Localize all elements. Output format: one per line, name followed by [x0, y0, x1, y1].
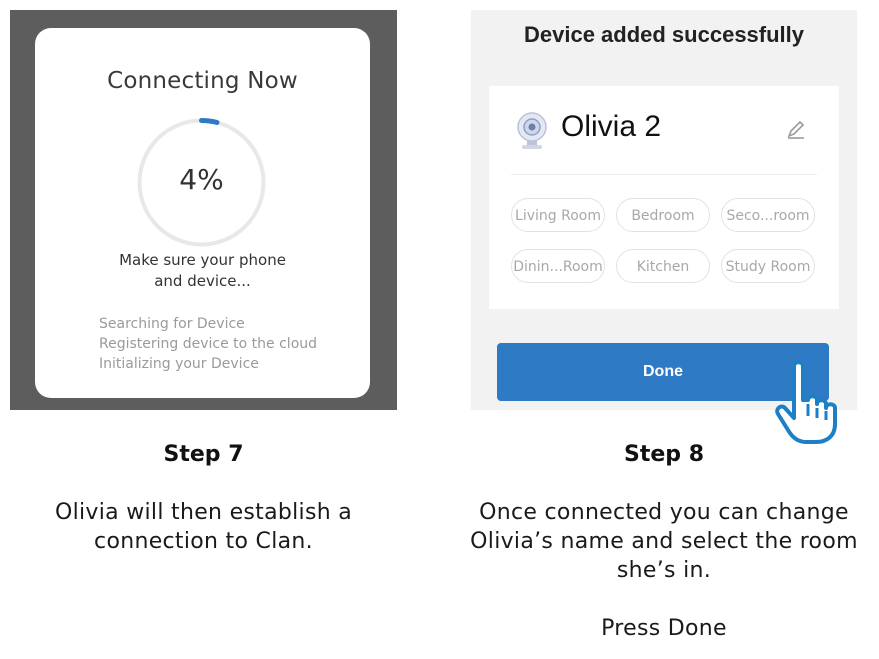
room-chip[interactable]: Living Room — [511, 198, 605, 232]
connecting-message-line2: and device... — [154, 272, 251, 290]
room-chip[interactable]: Seco...room — [721, 198, 815, 232]
step7-caption-line1: Olivia will then establish a — [54, 500, 353, 525]
device-added-title: Device added successfully — [523, 22, 805, 47]
room-chip[interactable]: Dinin...Room — [511, 249, 605, 283]
divider — [511, 174, 817, 175]
progress-percent: 4% — [179, 163, 224, 196]
room-chip[interactable]: Bedroom — [616, 198, 710, 232]
pencil-icon[interactable] — [785, 118, 807, 140]
status-item: Registering device to the cloud — [99, 336, 318, 352]
connection-status-list: Searching for Device Registering device … — [99, 314, 349, 374]
camera-icon — [517, 112, 547, 149]
progress-ring: 4% — [135, 116, 268, 249]
step8-caption: Once connected you can change Olivia’s n… — [449, 498, 879, 643]
step8-caption-line4: Press Done — [601, 616, 727, 641]
device-card: Olivia 2 Living Room Bedroom Seco...room… — [489, 86, 839, 309]
step7-caption-line2: connection to Clan. — [94, 529, 313, 554]
hand-pointer-icon — [775, 360, 837, 444]
step8-caption-line3: she’s in. — [616, 558, 712, 583]
device-name[interactable]: Olivia 2 — [561, 110, 661, 144]
step8-caption-line2: Olivia’s name and select the room — [470, 529, 858, 554]
step8-caption-line1: Once connected you can change — [479, 500, 849, 525]
step8-heading: Step 8 — [624, 442, 704, 467]
step7-screenshot: Connecting Now 4% Make sure your phone a… — [10, 10, 397, 410]
connecting-message-line1: Make sure your phone — [119, 251, 286, 269]
connecting-dialog: Connecting Now 4% Make sure your phone a… — [35, 28, 370, 398]
step8-screenshot: Device added successfully Olivia 2 Livin… — [471, 10, 857, 410]
room-chip[interactable]: Study Room — [721, 249, 815, 283]
room-chip[interactable]: Kitchen — [616, 249, 710, 283]
status-item: Searching for Device — [99, 316, 245, 332]
connecting-message: Make sure your phone and device... — [75, 250, 330, 292]
step7-caption: Olivia will then establish a connection … — [10, 498, 397, 556]
connecting-title: Connecting Now — [107, 68, 298, 94]
status-item: Initializing your Device — [99, 356, 259, 372]
step7-heading: Step 7 — [163, 442, 244, 467]
